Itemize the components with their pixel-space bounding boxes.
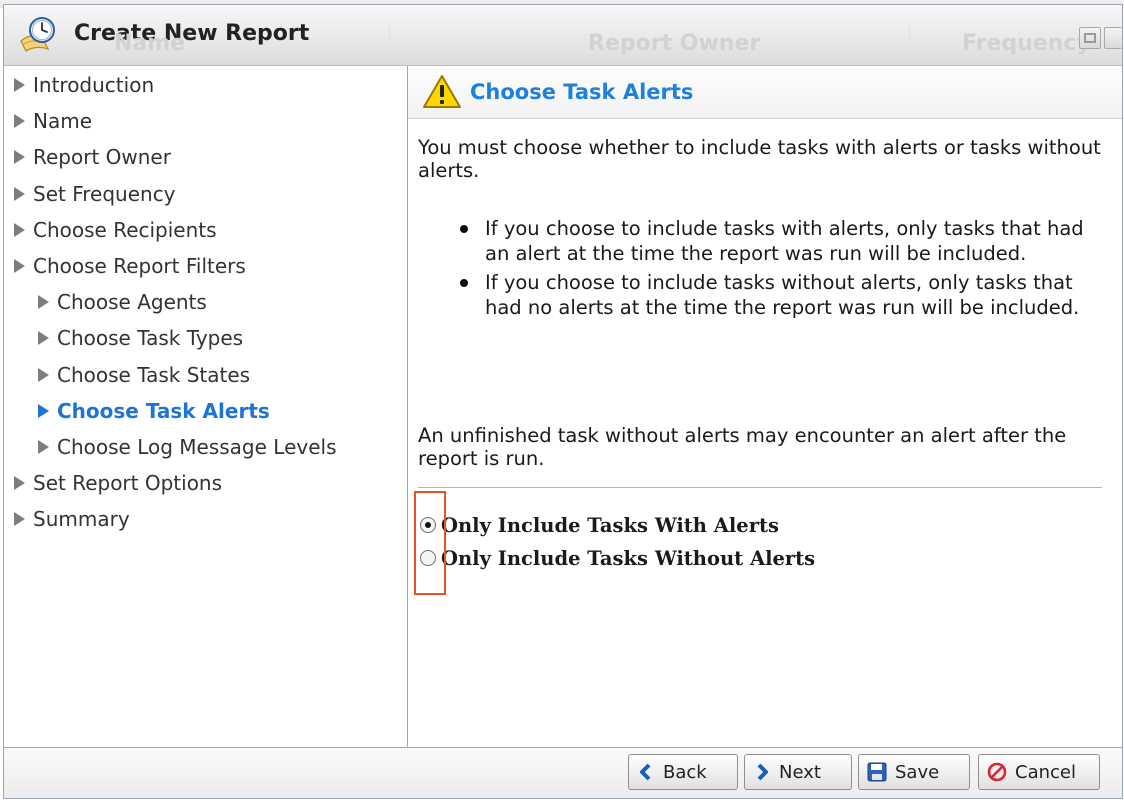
restore-icon: [1084, 33, 1096, 43]
floppy-disk-icon: [867, 762, 887, 782]
radio-label-with-alerts[interactable]: Only Include Tasks With Alerts: [441, 514, 779, 537]
nav-item-label: Choose Report Filters: [33, 254, 246, 278]
create-report-dialog: Create New Report Name Report Owner Freq…: [3, 4, 1123, 799]
wizard-step-nav: Introduction Name Report Owner Set Frequenc…: [4, 66, 408, 749]
nav-item-label: Choose Task Types: [57, 326, 244, 350]
report-clock-icon: [20, 17, 55, 52]
ghost-separator: [909, 23, 910, 61]
highlight-box: [414, 491, 446, 595]
triangle-right-icon: [14, 223, 25, 237]
save-label: Save: [895, 761, 940, 783]
step-header: Choose Task Alerts: [408, 66, 1122, 119]
back-button[interactable]: Back: [628, 754, 738, 790]
nav-item-label: Choose Recipients: [33, 218, 217, 242]
triangle-right-icon: [38, 331, 49, 345]
back-label: Back: [663, 761, 707, 783]
nav-item-summary[interactable]: Summary: [14, 504, 130, 534]
nav-item-label: Set Frequency: [33, 182, 176, 206]
radio-without-alerts[interactable]: Only Include Tasks Without Alerts: [420, 544, 815, 572]
ghost-tab-name: Name: [114, 31, 186, 56]
divider: [418, 487, 1102, 488]
nav-item-label: Set Report Options: [33, 471, 223, 495]
nav-item-choose-recipients[interactable]: Choose Recipients: [14, 215, 217, 245]
list-item: If you choose to include tasks with aler…: [456, 216, 1106, 266]
chevron-right-icon: [757, 763, 768, 781]
nav-item-set-report-options[interactable]: Set Report Options: [14, 468, 222, 498]
nav-item-introduction[interactable]: Introduction: [14, 70, 154, 100]
list-item: If you choose to include tasks without a…: [456, 270, 1106, 320]
nav-item-choose-task-alerts[interactable]: Choose Task Alerts: [38, 396, 270, 426]
triangle-right-icon: [14, 150, 25, 164]
nav-item-label: Name: [33, 109, 93, 133]
radio-with-alerts[interactable]: Only Include Tasks With Alerts: [420, 511, 779, 539]
nav-item-label: Choose Task Alerts: [57, 399, 270, 423]
save-button[interactable]: Save: [858, 754, 970, 790]
nav-item-name[interactable]: Name: [14, 106, 92, 136]
triangle-right-icon: [38, 368, 49, 382]
radio-label-without-alerts[interactable]: Only Include Tasks Without Alerts: [441, 547, 815, 570]
next-button[interactable]: Next: [744, 754, 852, 790]
dialog-titlebar[interactable]: Create New Report Name Report Owner Freq…: [4, 5, 1122, 66]
triangle-right-icon: [14, 259, 25, 273]
dialog-title: Create New Report: [74, 21, 310, 46]
close-button[interactable]: [1104, 27, 1122, 49]
nav-item-choose-task-states[interactable]: Choose Task States: [38, 360, 250, 390]
triangle-right-icon: [38, 440, 49, 454]
nav-item-label: Summary: [33, 507, 130, 531]
triangle-right-icon: [38, 404, 49, 418]
radio-button-checked[interactable]: [420, 517, 436, 533]
triangle-right-icon: [14, 476, 25, 490]
step-content: Choose Task Alerts You must choose wheth…: [408, 66, 1122, 749]
ghost-tab-frequency: Frequency: [962, 31, 1091, 56]
chevron-left-icon: [640, 763, 651, 781]
nav-item-choose-task-types[interactable]: Choose Task Types: [38, 323, 243, 353]
nav-item-label: Choose Task States: [57, 363, 251, 387]
bullet-text: If you choose to include tasks with aler…: [485, 217, 1084, 265]
triangle-right-icon: [14, 187, 25, 201]
ghost-tab-report-owner: Report Owner: [588, 31, 761, 56]
triangle-right-icon: [14, 114, 25, 128]
cancel-circle-icon: [987, 762, 1007, 782]
triangle-right-icon: [38, 295, 49, 309]
restore-button[interactable]: [1079, 27, 1101, 49]
nav-item-report-owner[interactable]: Report Owner: [14, 142, 171, 172]
radio-button[interactable]: [420, 550, 436, 566]
ghost-separator: [389, 23, 390, 61]
nav-item-choose-agents[interactable]: Choose Agents: [38, 287, 207, 317]
nav-item-set-frequency[interactable]: Set Frequency: [14, 179, 176, 209]
nav-item-choose-log-message-levels[interactable]: Choose Log Message Levels: [38, 432, 337, 462]
bullet-icon: [460, 279, 468, 287]
cancel-button[interactable]: Cancel: [978, 754, 1100, 790]
nav-item-label: Choose Log Message Levels: [57, 435, 337, 459]
note-text: An unfinished task without alerts may en…: [418, 424, 1067, 470]
nav-item-choose-report-filters[interactable]: Choose Report Filters: [14, 251, 246, 281]
dialog-footer: Back Next Save Cancel: [4, 747, 1122, 798]
step-title: Choose Task Alerts: [470, 80, 694, 104]
nav-item-label: Choose Agents: [57, 290, 207, 314]
triangle-right-icon: [14, 78, 25, 92]
nav-item-label: Introduction: [33, 73, 155, 97]
intro-text: You must choose whether to include tasks…: [418, 136, 1101, 182]
warning-icon: [423, 75, 461, 108]
next-label: Next: [779, 761, 821, 783]
cancel-label: Cancel: [1015, 761, 1076, 783]
bullet-list: If you choose to include tasks with aler…: [456, 216, 1106, 324]
bullet-text: If you choose to include tasks without a…: [485, 271, 1080, 319]
nav-item-label: Report Owner: [33, 145, 171, 169]
bullet-icon: [460, 225, 468, 233]
triangle-right-icon: [14, 512, 25, 526]
